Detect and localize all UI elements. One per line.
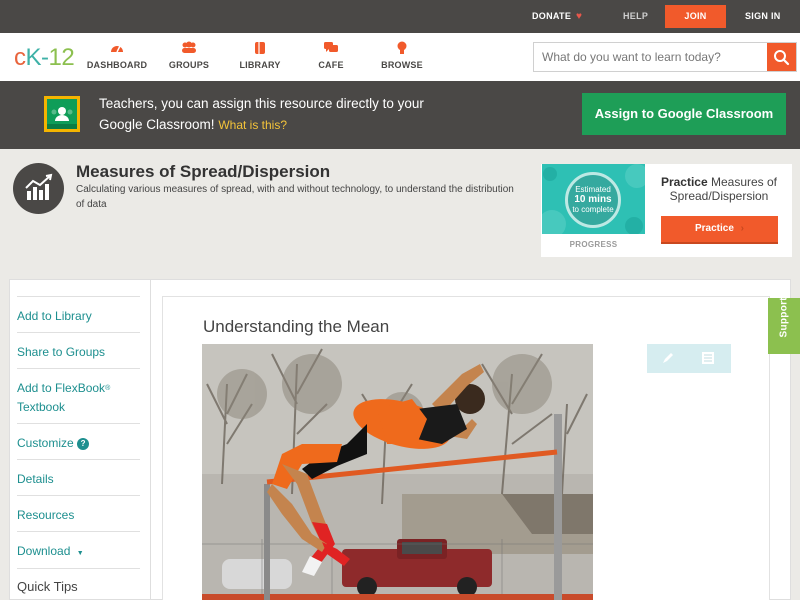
statistics-chart-icon [13,163,64,214]
practice-button[interactable]: Practice › [661,216,778,244]
estimated-time-badge: Estimated 10 mins to complete [565,172,621,228]
browse-bulb-icon [367,41,437,57]
add-to-flexbook-line2: Textbook [17,400,66,414]
assign-to-google-classroom-button[interactable]: Assign to Google Classroom [582,93,786,135]
download-label: Download [17,544,71,558]
search-button[interactable] [767,43,796,71]
logo-dash: - [41,44,49,71]
practice-card: Estimated 10 mins to complete PROGRESS P… [541,164,792,257]
search-box [533,42,797,72]
download-dropdown[interactable]: Download ▼ [17,531,140,563]
nav-dashboard-label: DASHBOARD [86,60,148,70]
content-area: Add to Library Share to Groups Add to Fl… [9,279,791,600]
estimated-label: Estimated [575,185,611,194]
progress-label: PROGRESS [569,240,618,249]
nav-cafe-label: CAFE [318,60,344,70]
details-label: Details [17,472,54,486]
search-icon [774,50,790,66]
concept-title: Measures of Spread/Dispersion [76,162,331,181]
search-input[interactable] [534,43,768,71]
nav-dashboard[interactable]: DASHBOARD [82,41,152,70]
donate-link[interactable]: DONATE ♥ [532,0,582,33]
pencil-icon[interactable] [660,350,676,366]
main-navigation: cK-12 DASHBOARD GROUPS LIBRARY CAFE BROW… [0,33,800,81]
add-to-library-link[interactable]: Add to Library [17,296,140,326]
donate-label: DONATE [532,11,572,21]
nav-cafe[interactable]: CAFE [296,41,366,70]
left-sidebar: Add to Library Share to Groups Add to Fl… [10,280,151,600]
practice-title-bold: Practice [660,175,708,189]
share-to-groups-label: Share to Groups [17,345,106,359]
add-to-flexbook-label: Add to FlexBook [17,381,106,395]
library-book-icon [225,41,295,57]
logo-k: K [25,44,42,71]
groups-people-icon [154,41,224,57]
heart-icon: ♥ [575,11,583,22]
resources-link[interactable]: Resources [17,495,140,525]
ck12-logo[interactable]: cK-12 [14,44,75,72]
nav-library[interactable]: LIBRARY [225,41,295,70]
quick-tips-heading: Quick Tips [17,568,140,594]
logo-c: c [14,44,26,71]
practice-title: Practice Measures of Spread/Dispersion [649,175,789,203]
caret-down-icon: ▼ [76,550,84,557]
customize-link[interactable]: Customize ? [17,423,140,453]
support-label: Support [778,297,790,338]
google-classroom-icon [44,96,80,132]
concept-header: Measures of Spread/Dispersion Calculatin… [0,149,800,279]
top-utility-bar: DONATE ♥ HELP JOIN SIGN IN [0,0,800,33]
practice-thumbnail: Estimated 10 mins to complete [542,164,645,234]
dashboard-gauge-icon [82,41,152,57]
add-to-flexbook-link[interactable]: Add to FlexBook® Textbook [17,368,140,417]
concept-description: Calculating various measures of spread, … [76,184,514,210]
nav-browse-label: BROWSE [381,60,423,70]
help-question-icon[interactable]: ? [77,437,90,450]
join-button[interactable]: JOIN [665,5,726,28]
article-panel: Understanding the Mean [162,296,770,600]
notes-icon[interactable] [701,351,715,365]
to-complete-label: to complete [572,205,614,214]
add-to-library-label: Add to Library [17,309,92,323]
nav-browse[interactable]: BROWSE [367,41,437,70]
google-classroom-banner: Teachers, you can assign this resource d… [0,81,800,149]
practice-button-label: Practice [694,223,734,234]
logo-12: 12 [48,44,75,71]
estimated-minutes: 10 mins [574,194,612,205]
customize-label: Customize [17,436,74,450]
support-tab[interactable]: Support [768,297,800,354]
nav-groups-label: GROUPS [168,60,210,70]
details-link[interactable]: Details [17,459,140,489]
nav-groups[interactable]: GROUPS [154,41,224,70]
article-title: Understanding the Mean [203,317,390,336]
help-link[interactable]: HELP [623,0,648,33]
what-is-this-link[interactable]: What is this? [218,118,287,132]
nav-library-label: LIBRARY [239,60,281,70]
registered-mark: ® [105,385,111,392]
share-to-groups-link[interactable]: Share to Groups [17,332,140,362]
high-jump-photo [202,344,593,600]
banner-message: Teachers, you can assign this resource d… [99,93,459,136]
chevron-right-icon: › [740,223,745,234]
article-tools [647,344,731,373]
high-jumper-image [202,344,593,600]
cafe-chat-icon [296,41,366,57]
sign-in-link[interactable]: SIGN IN [745,0,781,33]
resources-label: Resources [17,508,75,522]
